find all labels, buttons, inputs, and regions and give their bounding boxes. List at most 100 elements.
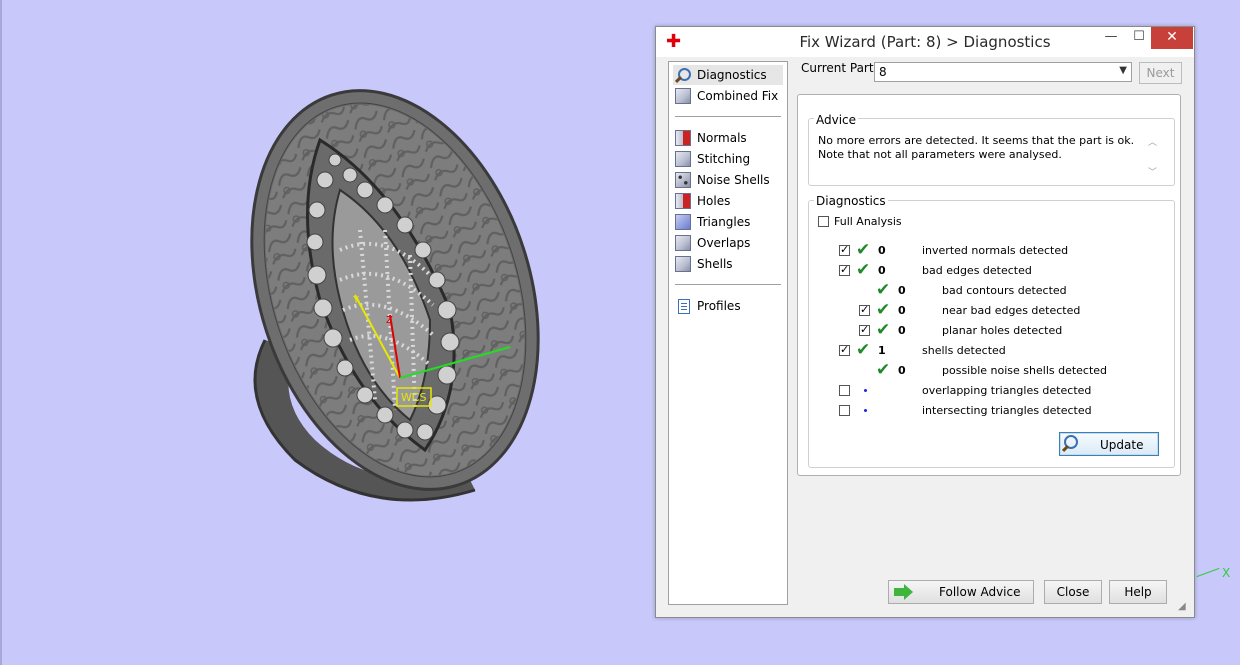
diagnostic-label: shells detected	[922, 344, 1006, 357]
green-arrow-head	[904, 584, 913, 600]
nav-item-label: Shells	[697, 257, 733, 271]
nav-item-stitching[interactable]: Stitching	[673, 149, 783, 169]
not-analysed-dot-icon	[864, 389, 867, 392]
wizard-nav-panel: Diagnostics Combined Fix Normals Stitchi…	[668, 61, 788, 605]
overlaps-cube-icon	[675, 235, 691, 251]
advice-text: No more errors are detected. It seems th…	[818, 134, 1135, 161]
diagnostic-label: bad contours detected	[942, 284, 1067, 297]
diagnostic-label: possible noise shells detected	[942, 364, 1108, 377]
scroll-down-icon[interactable]: ﹀	[1148, 165, 1157, 178]
diagnostic-label: bad edges detected	[922, 264, 1032, 277]
ring-model[interactable]: Y Z WCS	[225, 80, 555, 520]
help-button[interactable]: Help	[1109, 580, 1167, 604]
nav-item-label: Profiles	[697, 299, 741, 313]
intersecting-triangles-checkbox[interactable]	[839, 405, 850, 416]
nav-item-noise-shells[interactable]: Noise Shells	[673, 170, 783, 190]
shells-checkbox[interactable]	[839, 343, 850, 356]
advice-scrollbar[interactable]: ︿ ﹀	[1146, 133, 1160, 179]
scroll-up-icon[interactable]: ︿	[1148, 135, 1157, 148]
nav-separator	[675, 284, 781, 285]
nav-item-normals[interactable]: Normals	[673, 128, 783, 148]
corner-axis-line	[1196, 567, 1220, 578]
nav-item-holes[interactable]: Holes	[673, 191, 783, 211]
advice-textbox: No more errors are detected. It seems th…	[810, 131, 1161, 179]
nav-item-label: Noise Shells	[697, 173, 770, 187]
nav-item-label: Stitching	[697, 152, 751, 166]
follow-advice-button[interactable]: Follow Advice	[888, 580, 1034, 604]
maximize-button[interactable]: ☐	[1124, 27, 1154, 49]
svg-text:Z: Z	[386, 315, 393, 326]
near-bad-edges-checkbox[interactable]	[859, 303, 870, 316]
nav-item-overlaps[interactable]: Overlaps	[673, 233, 783, 253]
check-ok-icon: ✔	[876, 320, 891, 340]
check-ok-icon: ✔	[876, 360, 891, 380]
check-ok-icon: ✔	[856, 260, 871, 280]
nav-separator	[675, 116, 781, 117]
holes-cube-icon	[675, 193, 691, 209]
diagnostics-group-title: Diagnostics	[814, 194, 888, 208]
viewport-left-edge	[0, 0, 2, 665]
wcs-label: WCS	[401, 391, 427, 404]
planar-holes-checkbox[interactable]	[859, 323, 870, 336]
normals-cube-icon	[675, 130, 691, 146]
full-analysis-checkbox[interactable]	[818, 216, 829, 227]
full-analysis-label: Full Analysis	[834, 215, 902, 228]
shells-cube-icon	[675, 256, 691, 272]
current-part-value: 8	[879, 65, 887, 79]
inverted-normals-checkbox[interactable]	[839, 243, 850, 256]
bad-edges-checkbox[interactable]	[839, 263, 850, 276]
check-ok-icon: ✔	[876, 300, 891, 320]
diagnostic-count: 0	[898, 284, 906, 297]
diagnostic-count: 0	[878, 244, 886, 257]
current-part-label: Current Part:	[801, 61, 878, 75]
diagnostic-count: 0	[898, 364, 906, 377]
nav-item-label: Triangles	[697, 215, 751, 229]
diagnostic-count: 1	[878, 344, 886, 357]
nav-item-label: Normals	[697, 131, 747, 145]
not-analysed-dot-icon	[864, 409, 867, 412]
diagnostic-count: 0	[898, 324, 906, 337]
fix-wizard-dialog: ✚ Fix Wizard (Part: 8) > Diagnostics — ☐…	[655, 26, 1195, 618]
nav-item-triangles[interactable]: Triangles	[673, 212, 783, 232]
diagnostic-label: overlapping triangles detected	[922, 384, 1092, 397]
diagnostic-label: near bad edges detected	[942, 304, 1081, 317]
resize-grip-icon[interactable]: ◢	[1178, 601, 1190, 613]
advice-group-title: Advice	[814, 113, 859, 127]
chevron-down-icon: ▼	[1119, 65, 1127, 76]
dialog-titlebar[interactable]: ✚ Fix Wizard (Part: 8) > Diagnostics — ☐…	[656, 27, 1194, 57]
nav-item-combined-fix[interactable]: Combined Fix	[673, 86, 783, 106]
diagnostic-count: 0	[898, 304, 906, 317]
update-button[interactable]: Update	[1059, 432, 1159, 456]
update-button-label: Update	[1100, 438, 1144, 452]
nav-item-diagnostics[interactable]: Diagnostics	[673, 65, 783, 85]
cube-icon	[675, 88, 691, 104]
current-part-select[interactable]: 8 ▼	[874, 62, 1132, 82]
noise-shells-cube-icon	[675, 172, 691, 188]
overlapping-triangles-checkbox[interactable]	[839, 385, 850, 396]
profiles-document-icon	[675, 298, 691, 314]
check-ok-icon: ✔	[856, 240, 871, 260]
stitching-cube-icon	[675, 151, 691, 167]
next-button[interactable]: Next	[1139, 62, 1182, 84]
nav-item-label: Diagnostics	[697, 68, 767, 82]
diagnostic-label: planar holes detected	[942, 324, 1063, 337]
close-button[interactable]: Close	[1044, 580, 1102, 604]
nav-item-label: Overlaps	[697, 236, 751, 250]
diagnostic-label: inverted normals detected	[922, 244, 1069, 257]
nav-item-profiles[interactable]: Profiles	[673, 296, 783, 316]
nav-item-label: Combined Fix	[697, 89, 779, 103]
diagnostic-count: 0	[878, 264, 886, 277]
triangles-cube-icon	[675, 214, 691, 230]
minimize-button[interactable]: —	[1096, 27, 1126, 49]
magnifier-icon	[674, 67, 691, 84]
corner-axis-x-label: X	[1222, 566, 1231, 580]
diagnostic-label: intersecting triangles detected	[922, 404, 1092, 417]
diagnostics-panel: Advice No more errors are detected. It s…	[797, 94, 1181, 476]
follow-advice-label: Follow Advice	[939, 585, 1021, 599]
close-window-button[interactable]: ✕	[1151, 27, 1193, 49]
svg-text:Y: Y	[352, 295, 360, 306]
check-ok-icon: ✔	[876, 280, 891, 300]
nav-item-shells[interactable]: Shells	[673, 254, 783, 274]
nav-item-label: Holes	[697, 194, 731, 208]
check-ok-icon: ✔	[856, 340, 871, 360]
